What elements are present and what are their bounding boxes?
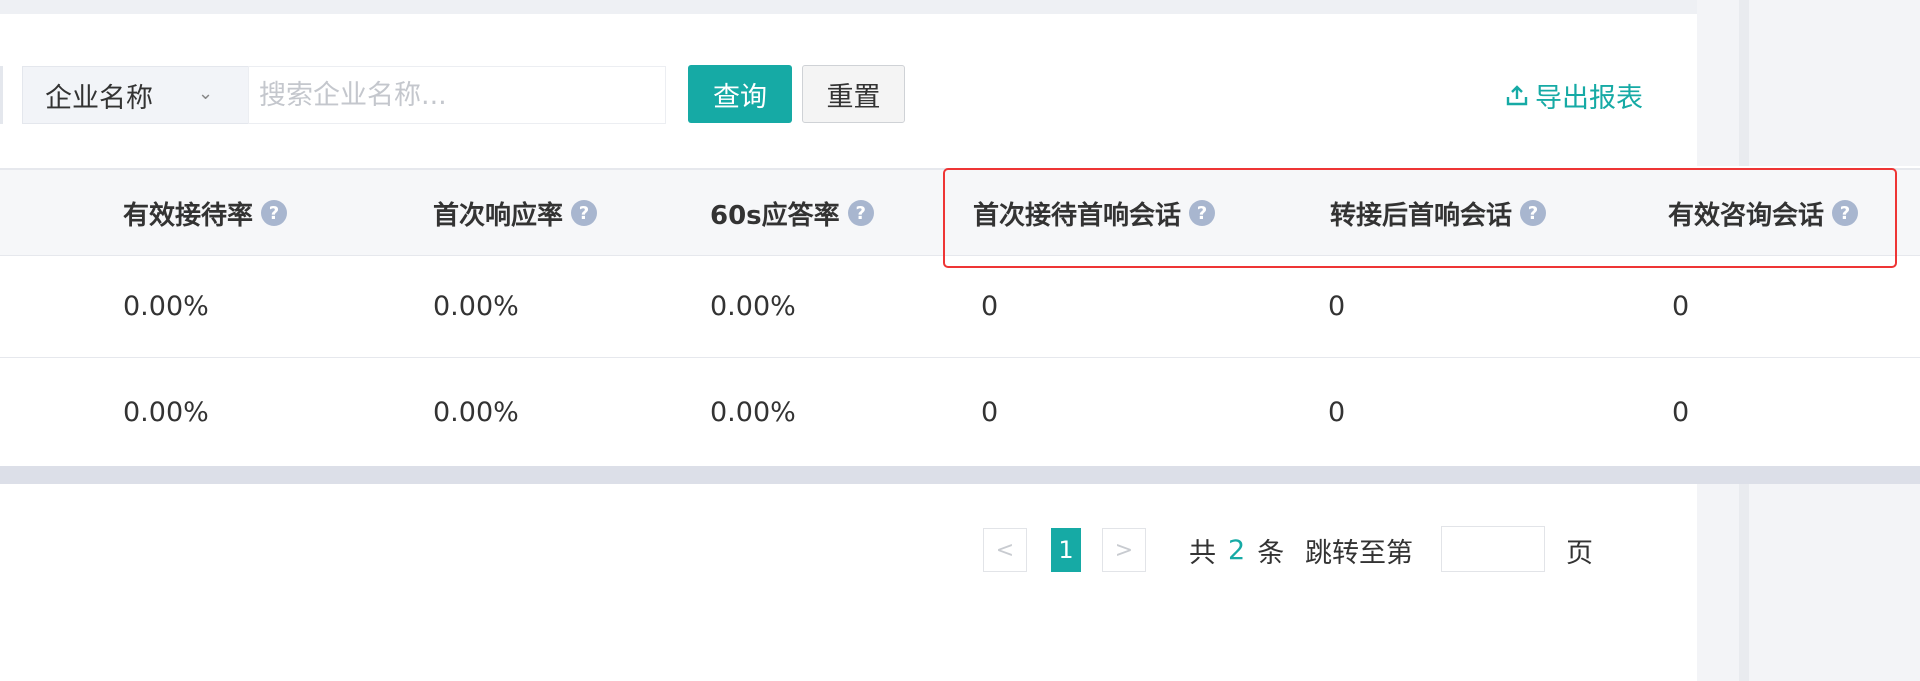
search-input[interactable]	[248, 66, 666, 124]
table-row: 0.00% 0.00% 0.00% 0 0 0	[0, 358, 1920, 466]
total-suffix: 条	[1257, 537, 1285, 569]
question-circle-icon[interactable]: ?	[847, 200, 874, 226]
column-header-first-response-rate: 首次响应率?	[433, 170, 598, 256]
jump-page-input[interactable]	[1441, 526, 1545, 572]
question-circle-icon[interactable]: ?	[571, 200, 598, 226]
table-cell: 0	[981, 290, 999, 322]
table-cell: 0	[1328, 396, 1346, 428]
page-number-current[interactable]: 1	[1051, 528, 1081, 572]
total-count: 共 2 条	[1189, 530, 1284, 570]
table-cell: 0	[1672, 290, 1690, 322]
export-report-link[interactable]: 导出报表	[1505, 78, 1643, 114]
column-header-60s-answer-rate: 60s应答率?	[710, 170, 874, 256]
table-cell: 0	[981, 396, 999, 428]
upload-icon	[1506, 85, 1528, 106]
query-button[interactable]: 查询	[688, 65, 792, 123]
table-cell: 0.00%	[710, 290, 796, 322]
table-cell: 0	[1672, 396, 1690, 428]
table-cell: 0	[1328, 290, 1346, 322]
table-cell: 0.00%	[123, 396, 209, 428]
chevron-down-icon: ⌄	[198, 83, 214, 104]
column-header-label: 首次响应率	[433, 200, 564, 231]
annotation-highlight-box	[943, 168, 1897, 268]
prev-page-button[interactable]: <	[983, 528, 1027, 572]
question-circle-icon[interactable]: ?	[261, 200, 288, 226]
field-select-value: 企业名称	[45, 82, 153, 114]
table-cell: 0.00%	[433, 290, 519, 322]
column-header-label: 60s应答率	[710, 200, 840, 231]
table-cell: 0.00%	[710, 396, 796, 428]
jump-label: 跳转至第	[1305, 537, 1413, 569]
next-page-button[interactable]: >	[1102, 528, 1146, 572]
table-row: 0.00% 0.00% 0.00% 0 0 0	[0, 256, 1920, 358]
field-select[interactable]: 企业名称 ⌄	[22, 66, 248, 124]
table-cell: 0.00%	[123, 290, 209, 322]
total-count-value: 2	[1228, 534, 1246, 566]
column-header-valid-reception-rate: 有效接待率?	[123, 170, 288, 256]
page-suffix: 页	[1566, 537, 1593, 569]
pagination-panel	[0, 484, 1697, 681]
column-header-label: 有效接待率	[123, 200, 254, 231]
horizontal-scrollbar[interactable]	[0, 466, 1920, 484]
total-prefix: 共	[1189, 537, 1216, 569]
left-edge-divider	[0, 66, 3, 124]
table-cell: 0.00%	[433, 396, 519, 428]
export-label: 导出报表	[1535, 82, 1643, 114]
reset-button[interactable]: 重置	[802, 65, 905, 123]
